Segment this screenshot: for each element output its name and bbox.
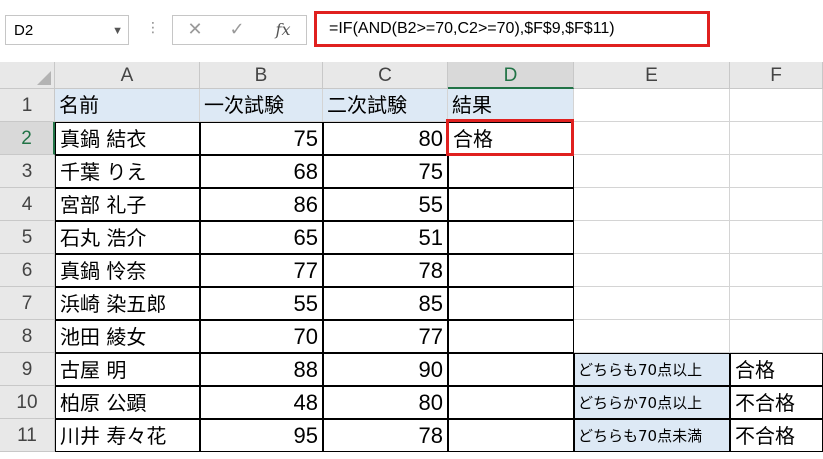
- cell-e10[interactable]: どちらか70点以上: [574, 386, 730, 419]
- cell-e1[interactable]: [574, 89, 730, 122]
- cancel-icon[interactable]: ✕: [177, 16, 213, 44]
- cell-e2[interactable]: [574, 122, 730, 155]
- cell-a7[interactable]: 浜崎 染五郎: [55, 287, 200, 320]
- select-all-button[interactable]: [0, 62, 55, 89]
- cell-b1[interactable]: 一次試験: [200, 89, 323, 122]
- cell-d11[interactable]: [448, 419, 574, 452]
- cell-d5[interactable]: [448, 221, 574, 254]
- row-header-8[interactable]: 8: [0, 320, 55, 353]
- cell-b4[interactable]: 86: [200, 188, 323, 221]
- cell-a10[interactable]: 柏原 公顕: [55, 386, 200, 419]
- cell-a9[interactable]: 古屋 明: [55, 353, 200, 386]
- cell-d4[interactable]: [448, 188, 574, 221]
- cell-c8[interactable]: 77: [323, 320, 448, 353]
- cell-c3[interactable]: 75: [323, 155, 448, 188]
- cell-b3[interactable]: 68: [200, 155, 323, 188]
- cell-d6[interactable]: [448, 254, 574, 287]
- cell-e3[interactable]: [574, 155, 730, 188]
- cell-d10[interactable]: [448, 386, 574, 419]
- cell-e9[interactable]: どちらも70点以上: [574, 353, 730, 386]
- row-header-3[interactable]: 3: [0, 155, 55, 188]
- row-header-6[interactable]: 6: [0, 254, 55, 287]
- row-header-7[interactable]: 7: [0, 287, 55, 320]
- cell-c9[interactable]: 90: [323, 353, 448, 386]
- cell-b10[interactable]: 48: [200, 386, 323, 419]
- formula-bar: D2 ▼ ⋮ ✕ ✓ fx =IF(AND(B2>=70,C2>=70),$F$…: [0, 0, 823, 63]
- cell-c1[interactable]: 二次試験: [323, 89, 448, 122]
- formula-buttons: ✕ ✓ fx: [172, 15, 307, 45]
- cell-b11[interactable]: 95: [200, 419, 323, 452]
- cell-b9[interactable]: 88: [200, 353, 323, 386]
- cell-f9[interactable]: 合格: [730, 353, 823, 386]
- cell-f1[interactable]: [730, 89, 823, 122]
- cell-a6[interactable]: 真鍋 怜奈: [55, 254, 200, 287]
- column-header-f[interactable]: F: [730, 62, 823, 89]
- cell-c5[interactable]: 51: [323, 221, 448, 254]
- cell-f3[interactable]: [730, 155, 823, 188]
- cell-a11[interactable]: 川井 寿々花: [55, 419, 200, 452]
- cell-b5[interactable]: 65: [200, 221, 323, 254]
- cell-c2[interactable]: 80: [323, 122, 448, 155]
- column-header-a[interactable]: A: [55, 62, 200, 89]
- cell-c10[interactable]: 80: [323, 386, 448, 419]
- cell-f10[interactable]: 不合格: [730, 386, 823, 419]
- cell-b2[interactable]: 75: [200, 122, 323, 155]
- name-box[interactable]: D2 ▼: [5, 15, 129, 45]
- cell-b6[interactable]: 77: [200, 254, 323, 287]
- cell-e11[interactable]: どちらも70点未満: [574, 419, 730, 452]
- cell-e8[interactable]: [574, 320, 730, 353]
- cell-f8[interactable]: [730, 320, 823, 353]
- row-header-11[interactable]: 11: [0, 419, 55, 452]
- cell-d7[interactable]: [448, 287, 574, 320]
- column-header-b[interactable]: B: [200, 62, 323, 89]
- cell-a3[interactable]: 千葉 りえ: [55, 155, 200, 188]
- name-box-value: D2: [14, 22, 34, 39]
- cell-f2[interactable]: [730, 122, 823, 155]
- resize-handle-icon[interactable]: ⋮: [146, 20, 160, 36]
- cell-f11[interactable]: 不合格: [730, 419, 823, 452]
- cell-a2[interactable]: 真鍋 結衣: [55, 122, 200, 155]
- cell-d2[interactable]: 合格: [448, 122, 574, 155]
- row-header-2[interactable]: 2: [0, 122, 55, 155]
- cell-b8[interactable]: 70: [200, 320, 323, 353]
- cell-a5[interactable]: 石丸 浩介: [55, 221, 200, 254]
- insert-function-icon[interactable]: fx: [265, 16, 301, 44]
- cell-e7[interactable]: [574, 287, 730, 320]
- cell-f6[interactable]: [730, 254, 823, 287]
- cell-d1[interactable]: 結果: [448, 89, 574, 122]
- column-header-e[interactable]: E: [574, 62, 730, 89]
- cell-a8[interactable]: 池田 綾女: [55, 320, 200, 353]
- row-header-4[interactable]: 4: [0, 188, 55, 221]
- cell-d3[interactable]: [448, 155, 574, 188]
- row-header-9[interactable]: 9: [0, 353, 55, 386]
- formula-input[interactable]: =IF(AND(B2>=70,C2>=70),$F$9,$F$11): [314, 11, 710, 47]
- cell-f7[interactable]: [730, 287, 823, 320]
- cell-a1[interactable]: 名前: [55, 89, 200, 122]
- cell-e5[interactable]: [574, 221, 730, 254]
- cell-c4[interactable]: 55: [323, 188, 448, 221]
- row-header-1[interactable]: 1: [0, 89, 55, 122]
- cell-c7[interactable]: 85: [323, 287, 448, 320]
- cell-a4[interactable]: 宮部 礼子: [55, 188, 200, 221]
- cell-f4[interactable]: [730, 188, 823, 221]
- check-icon[interactable]: ✓: [219, 16, 255, 44]
- cell-c6[interactable]: 78: [323, 254, 448, 287]
- row-header-10[interactable]: 10: [0, 386, 55, 419]
- row-header-5[interactable]: 5: [0, 221, 55, 254]
- select-all-icon: [37, 71, 51, 85]
- cell-f5[interactable]: [730, 221, 823, 254]
- cell-e6[interactable]: [574, 254, 730, 287]
- cell-d8[interactable]: [448, 320, 574, 353]
- column-header-c[interactable]: C: [323, 62, 448, 89]
- cell-e4[interactable]: [574, 188, 730, 221]
- cell-b7[interactable]: 55: [200, 287, 323, 320]
- cell-c11[interactable]: 78: [323, 419, 448, 452]
- cell-d9[interactable]: [448, 353, 574, 386]
- chevron-down-icon[interactable]: ▼: [112, 16, 123, 46]
- column-header-d[interactable]: D: [448, 62, 574, 89]
